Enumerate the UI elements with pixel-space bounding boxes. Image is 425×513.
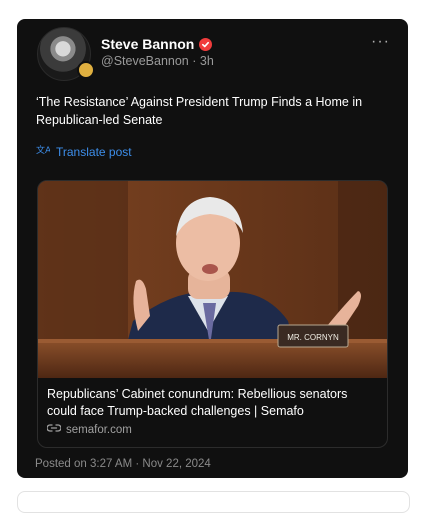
nameplate-text: MR. CORNYN — [287, 333, 339, 342]
link-preview-card[interactable]: MR. CORNYN Republicans’ Cabinet conundru… — [37, 180, 388, 448]
affiliate-badge-icon — [77, 61, 95, 79]
verified-check-icon — [199, 37, 213, 51]
separator-dot: · — [192, 54, 197, 68]
handle-row: @SteveBannon · 3h — [101, 54, 214, 68]
translate-post-label: Translate post — [56, 144, 132, 159]
post-timestamp: Posted on 3:27 AM · Nov 22, 2024 — [35, 458, 211, 470]
author-name[interactable]: Steve Bannon — [101, 36, 194, 52]
more-options-icon[interactable]: ··· — [371, 33, 390, 51]
svg-text:文A: 文A — [36, 144, 50, 156]
link-icon — [46, 423, 62, 436]
author-handle[interactable]: @SteveBannon — [101, 54, 189, 68]
author-name-row: Steve Bannon — [101, 36, 213, 52]
post-text: ‘The Resistance’ Against President Trump… — [36, 95, 363, 127]
link-preview-image: MR. CORNYN — [38, 181, 387, 378]
post-card: Steve Bannon @SteveBannon · 3h ··· ‘The … — [17, 19, 408, 478]
link-domain-row: semafor.com — [46, 423, 132, 436]
translate-icon: 文A — [36, 144, 52, 159]
post-age[interactable]: 3h — [200, 54, 214, 68]
next-post-card — [17, 491, 410, 513]
link-domain: semafor.com — [66, 423, 132, 436]
translate-post-button[interactable]: 文A Translate post — [36, 144, 132, 159]
link-title[interactable]: Republicans’ Cabinet conundrum: Rebellio… — [47, 386, 377, 420]
